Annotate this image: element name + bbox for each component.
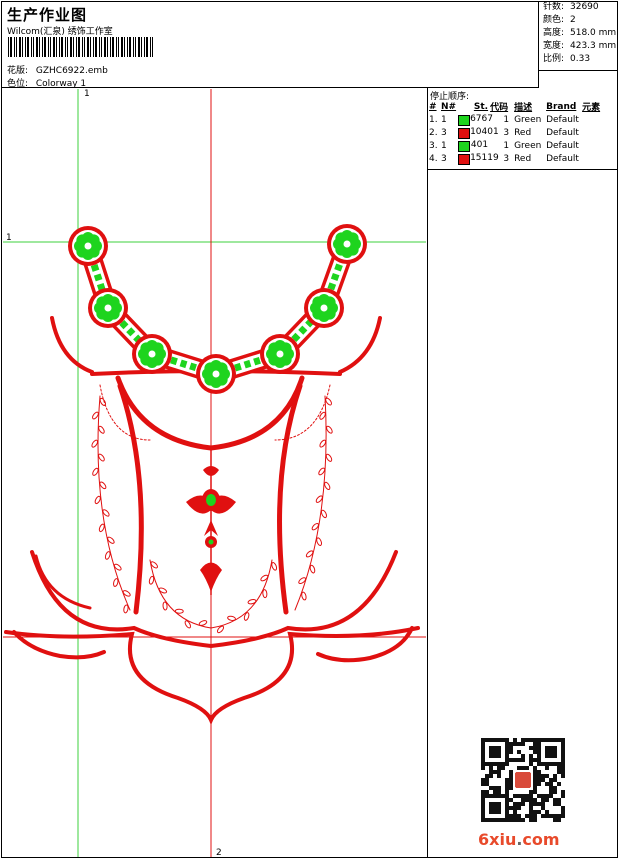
stroke-left-body xyxy=(117,383,144,615)
pendant-top-motif xyxy=(203,466,219,476)
center-pendant xyxy=(186,446,236,595)
flower-motif xyxy=(327,224,367,264)
flower-motif xyxy=(132,334,172,374)
flower-motif xyxy=(196,354,236,394)
pendant-middle-green xyxy=(206,494,216,506)
axis-label-left: 1 xyxy=(6,233,12,243)
axis-label-bottom: 2 xyxy=(216,848,222,858)
flower-motif xyxy=(304,288,344,328)
flower-motif xyxy=(68,226,108,266)
pendant-bottom-leaf xyxy=(200,562,222,592)
stroke-left-shoulder xyxy=(50,316,94,374)
embroidery-design-canvas: 1 1 2 xyxy=(3,89,426,858)
axis-label-top: 1 xyxy=(84,89,90,99)
stroke-right-body xyxy=(277,383,303,615)
watermark-logo: 6xiu.com xyxy=(478,830,560,849)
stroke-right-shoulder xyxy=(338,316,382,374)
flower-motif xyxy=(260,334,300,374)
qr-code-icon xyxy=(481,738,565,822)
flower-motif xyxy=(88,288,128,328)
vine-right-outer xyxy=(294,395,327,611)
flower-necklace xyxy=(68,224,367,394)
stroke-bottom-v xyxy=(4,626,420,726)
